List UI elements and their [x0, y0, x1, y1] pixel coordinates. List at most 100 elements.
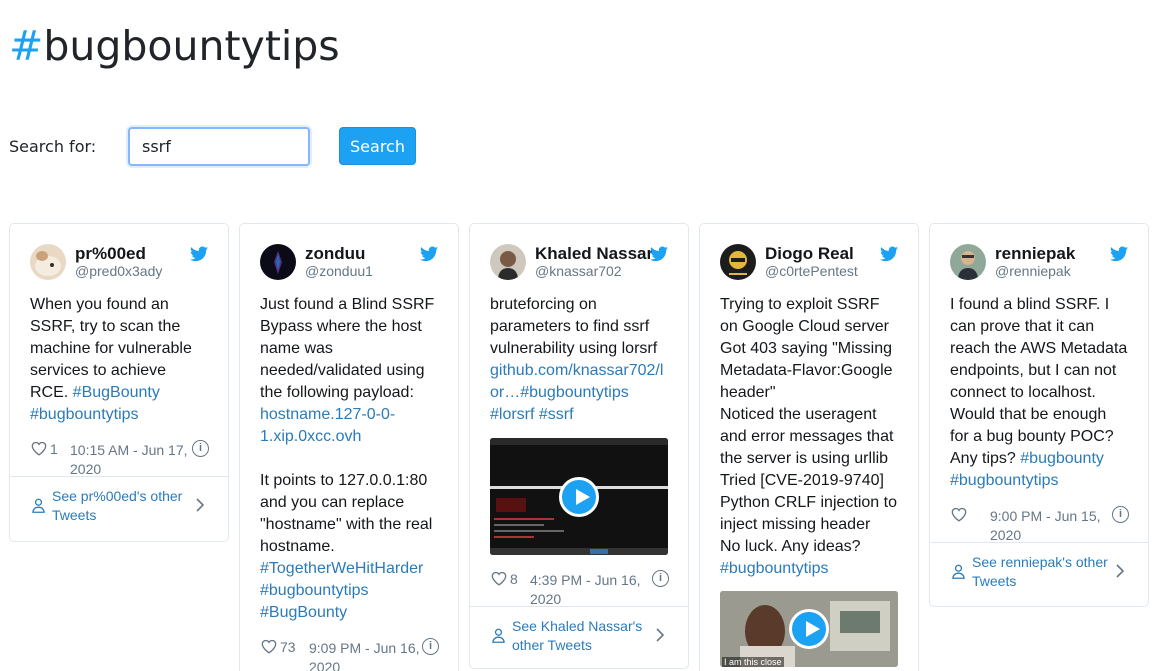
- tweet-line: Any tips? #bugbounty: [950, 448, 1128, 470]
- tweet-line: Bypass where the host: [260, 318, 422, 335]
- avatar[interactable]: [490, 244, 526, 280]
- user-handle[interactable]: @zonduu1: [305, 263, 373, 279]
- tweet-line: Tried [CVE-2019-9740]: [720, 472, 884, 489]
- tweet-timestamp[interactable]: 9:00 PM - Jun 15, 2020: [990, 507, 1110, 545]
- see-other-tweets-link[interactable]: See renniepak's other Tweets: [930, 542, 1148, 599]
- tweet-line: "hostname" with the real: [260, 516, 433, 533]
- tweet-line: Noticed the useragent: [720, 406, 877, 423]
- tweet-line: Would that be enough: [950, 406, 1107, 423]
- see-other-tweets-link[interactable]: See pr%00ed's other Tweets: [10, 476, 228, 533]
- tweet-card: renniepak @renniepak I found a blind SSR…: [929, 223, 1149, 607]
- tweet-line: Just found a Blind SSRF: [260, 296, 435, 313]
- user-name[interactable]: pr%00ed: [75, 244, 146, 264]
- tweet-line: and error messages that: [720, 428, 894, 445]
- line-break: [260, 448, 438, 470]
- avatar[interactable]: [30, 244, 66, 280]
- see-other-tweets-link[interactable]: See Khaled Nassar's other Tweets: [470, 606, 688, 663]
- avatar[interactable]: [260, 244, 296, 280]
- user-name[interactable]: Khaled Nassar: [535, 244, 653, 264]
- twitter-bird-icon[interactable]: [880, 246, 898, 262]
- tweet-line: endpoints, but I can not: [950, 362, 1117, 379]
- tweet-line: parameters to find ssrf: [490, 318, 650, 335]
- tweet-card: Khaled Nassar @knassar702 bruteforcing o…: [469, 223, 689, 669]
- hashtag-link[interactable]: #bugbountytips: [260, 580, 438, 602]
- tweet-timestamp[interactable]: 10:15 AM - Jun 17, 2020: [70, 441, 190, 479]
- page-title: #bugbountytips: [9, 22, 340, 70]
- url-link[interactable]: github.com/knassar702/l: [490, 360, 668, 382]
- user-handle[interactable]: @pred0x3ady: [75, 263, 162, 279]
- tweet-line: When you found an: [30, 296, 169, 313]
- info-icon[interactable]: i: [1112, 506, 1129, 523]
- see-other-tweets-label[interactable]: See pr%00ed's other Tweets: [52, 487, 192, 525]
- tweet-line: name was: [260, 340, 333, 357]
- tweet-line: I found a blind SSRF. I: [950, 296, 1110, 313]
- chevron-right-icon: [656, 628, 664, 642]
- tweet-timestamp[interactable]: 4:39 PM - Jun 16, 2020: [530, 571, 650, 609]
- tweet-line: on Google Cloud server: [720, 318, 889, 335]
- like-count: 8: [510, 571, 518, 587]
- avatar[interactable]: [950, 244, 986, 280]
- avatar[interactable]: [720, 244, 756, 280]
- tweet-card: pr%00ed @pred0x3ady When you found an SS…: [9, 223, 229, 542]
- user-icon: [492, 628, 505, 643]
- user-icon: [32, 498, 45, 513]
- tweet-line: machine for vulnerable: [30, 340, 192, 357]
- user-name[interactable]: renniepak: [995, 244, 1075, 264]
- twitter-bird-icon[interactable]: [420, 246, 438, 262]
- user-name[interactable]: Diogo Real: [765, 244, 854, 264]
- heart-icon[interactable]: [491, 571, 507, 586]
- twitter-bird-icon[interactable]: [190, 246, 208, 262]
- tweet-line: the server is using urllib: [720, 450, 889, 467]
- search-form: Search for: Search: [9, 126, 416, 166]
- tweet-text: When you found an SSRF, try to scan the …: [10, 282, 228, 426]
- url-link[interactable]: 1.xip.0xcc.ovh: [260, 426, 438, 448]
- heart-icon[interactable]: [261, 639, 277, 654]
- user-handle[interactable]: @c0rtePentest: [765, 263, 858, 279]
- tweet-line: services to achieve: [30, 362, 167, 379]
- tweet-line: vulnerability using lorsrf: [490, 340, 658, 357]
- tweet-header: pr%00ed @pred0x3ady: [10, 224, 228, 282]
- info-icon[interactable]: i: [422, 638, 439, 655]
- gif-thumbnail[interactable]: I am this close: [720, 591, 898, 667]
- user-handle[interactable]: @renniepak: [995, 263, 1071, 279]
- tweet-line: Trying to exploit SSRF: [720, 296, 880, 313]
- hashtag-link[interactable]: #BugBounty: [260, 602, 438, 624]
- search-button[interactable]: Search: [339, 127, 416, 165]
- hashtag-link[interactable]: #lorsrf #ssrf: [490, 404, 668, 426]
- hashtag-link[interactable]: or…#bugbountytips: [490, 382, 668, 404]
- hashtag-link[interactable]: #bugbounty: [1020, 450, 1104, 467]
- tweet-header: Diogo Real @c0rtePentest: [700, 224, 918, 282]
- see-other-tweets-label[interactable]: See Khaled Nassar's other Tweets: [512, 617, 652, 655]
- url-link[interactable]: hostname.127-0-0-: [260, 404, 438, 426]
- video-thumbnail[interactable]: [490, 438, 668, 555]
- tweet-meta: 73 9:09 PM - Jun 16, 2020 i: [240, 633, 458, 671]
- play-icon[interactable]: [559, 476, 599, 517]
- chevron-right-icon: [196, 498, 204, 512]
- page-title-text: bugbountytips: [43, 22, 340, 70]
- search-input[interactable]: [128, 126, 310, 166]
- hashtag-link[interactable]: #TogetherWeHitHarder: [260, 558, 438, 580]
- play-icon[interactable]: [789, 609, 829, 649]
- heart-icon[interactable]: [951, 507, 967, 522]
- user-handle[interactable]: @knassar702: [535, 263, 622, 279]
- info-icon[interactable]: i: [192, 440, 209, 457]
- user-name[interactable]: zonduu: [305, 244, 365, 264]
- tweet-timestamp[interactable]: 9:09 PM - Jun 16, 2020: [309, 639, 429, 671]
- hashtag-link[interactable]: #bugbountytips: [950, 470, 1128, 492]
- hashtag-link[interactable]: #BugBounty: [73, 384, 160, 401]
- tweet-line: It points to 127.0.0.1:80: [260, 472, 428, 489]
- hashtag-link[interactable]: #bugbountytips: [30, 404, 208, 426]
- hashtag-link[interactable]: #bugbountytips: [720, 558, 898, 580]
- chevron-right-icon: [1116, 564, 1124, 578]
- info-icon[interactable]: i: [652, 570, 669, 587]
- tweet-line: bruteforcing on: [490, 296, 597, 313]
- tweet-line: hostname.: [260, 538, 335, 555]
- tweet-text: bruteforcing on parameters to find ssrf …: [470, 282, 688, 426]
- see-other-tweets-label[interactable]: See renniepak's other Tweets: [972, 553, 1112, 591]
- twitter-bird-icon[interactable]: [1110, 246, 1128, 262]
- tweet-header: renniepak @renniepak: [930, 224, 1148, 282]
- tweet-header: zonduu @zonduu1: [240, 224, 458, 282]
- tweet-line-text: Any tips?: [950, 450, 1021, 467]
- twitter-bird-icon[interactable]: [650, 246, 668, 262]
- heart-icon[interactable]: [31, 441, 47, 456]
